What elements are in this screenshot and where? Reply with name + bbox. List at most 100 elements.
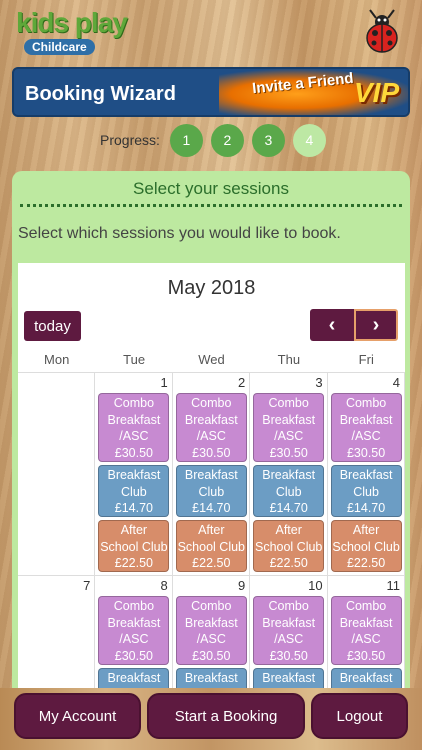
calendar-month-title: May 2018 xyxy=(167,277,256,299)
chevron-left-icon: ‹ xyxy=(328,313,336,336)
day-number: 9 xyxy=(237,578,246,593)
day-number: 11 xyxy=(386,578,400,593)
day-number: 3 xyxy=(315,375,323,390)
session-combo-breakfast-asc[interactable]: Combo Breakfast/ASC £30.50 xyxy=(98,596,170,665)
session-text: School Club xyxy=(332,539,400,554)
session-text: School Club xyxy=(254,539,323,554)
session-text: Breakfast xyxy=(262,412,316,427)
session-combo-breakfast-asc[interactable]: Combo Breakfast/ASC £30.50 xyxy=(253,596,325,665)
weekday-thu: Thu xyxy=(277,352,301,367)
weekday-wed: Wed xyxy=(198,352,225,367)
calendar-day xyxy=(18,373,96,575)
start-booking-button[interactable]: Start a Booking xyxy=(147,693,305,739)
session-text: After xyxy=(352,523,380,537)
session-text: School Club xyxy=(100,539,168,554)
session-text: /ASC xyxy=(196,632,226,646)
instructions-text: Select which sessions you would like to … xyxy=(18,225,341,242)
session-text: Breakfast xyxy=(339,412,393,427)
vip-badge[interactable]: VIP xyxy=(354,77,399,109)
weekday-tue: Tue xyxy=(123,352,146,367)
session-text: Combo xyxy=(345,396,387,410)
session-after-school-club[interactable]: After School Club £22.50 xyxy=(175,520,247,572)
session-combo-breakfast-asc[interactable]: Combo Breakfast/ASC £30.50 xyxy=(253,393,325,462)
session-text: School Club xyxy=(177,539,245,554)
logo-subtext: Childcare xyxy=(24,39,95,55)
next-month-button[interactable]: › xyxy=(354,309,398,341)
calendar-week-1: 1 Combo Breakfast/ASC £30.50 Breakfast Club £1… xyxy=(18,373,405,576)
session-combo-breakfast-asc[interactable]: Combo Breakfast/ASC £30.50 xyxy=(330,596,402,665)
session-text: After xyxy=(120,523,148,537)
logo-text: kids play xyxy=(16,7,128,38)
session-text: Breakfast xyxy=(262,615,316,630)
session-text: Combo xyxy=(191,599,232,613)
session-text: After xyxy=(198,523,225,537)
today-button[interactable]: today xyxy=(24,311,81,341)
session-text: Combo xyxy=(113,396,155,410)
booking-wizard-banner: Booking Wizard Invite a Friend VIP xyxy=(12,67,410,117)
session-text: /ASC xyxy=(119,429,149,443)
session-after-school-club[interactable]: After School Club £22.50 xyxy=(98,520,170,572)
session-text: £14.70 xyxy=(192,501,231,515)
session-text: /ASC xyxy=(274,632,304,646)
session-text: £30.50 xyxy=(192,445,231,460)
session-text: Combo xyxy=(268,396,309,410)
calendar-day: 1 Combo Breakfast/ASC £30.50 Breakfast Club £1… xyxy=(95,373,173,575)
progress-step-3[interactable]: 3 xyxy=(251,123,285,157)
calendar-day: 2 Combo Breakfast/ASC £30.50 Breakfast Club £1… xyxy=(173,373,251,575)
panel-title: Select your sessions xyxy=(133,179,289,198)
session-text: /ASC xyxy=(274,429,304,443)
session-text: £30.50 xyxy=(346,648,386,663)
kids-play-logo: kids play Childcare xyxy=(16,7,128,56)
session-text: £30.50 xyxy=(114,445,153,460)
day-number: 8 xyxy=(160,578,168,593)
session-after-school-club[interactable]: After School Club £22.50 xyxy=(253,520,325,572)
day-number: 1 xyxy=(160,375,168,390)
session-combo-breakfast-asc[interactable]: Combo Breakfast/ASC £30.50 xyxy=(175,596,247,665)
calendar-day: 4 Combo Breakfast/ASC £30.50 Breakfast Club £1… xyxy=(328,373,405,575)
weekday-fri: Fri xyxy=(358,352,374,367)
session-text: Breakfast xyxy=(262,468,316,482)
session-text: £30.50 xyxy=(114,648,153,663)
my-account-button[interactable]: My Account xyxy=(14,693,141,739)
session-combo-breakfast-asc[interactable]: Combo Breakfast/ASC £30.50 xyxy=(98,393,170,462)
session-breakfast-club[interactable]: Breakfast Club £14.70 xyxy=(175,465,247,517)
session-text: Club xyxy=(121,484,147,499)
session-text: Breakfast xyxy=(184,412,238,427)
session-breakfast-club[interactable]: Breakfast Club £14.70 xyxy=(98,465,170,517)
day-number: 4 xyxy=(392,375,400,390)
progress-indicator: Progress: 1 2 3 4 xyxy=(100,123,326,157)
progress-step-1[interactable]: 1 xyxy=(169,123,203,157)
session-text: Combo xyxy=(345,599,387,613)
session-text: £22.50 xyxy=(114,556,153,570)
session-text: /ASC xyxy=(351,632,381,646)
session-text: Combo xyxy=(191,396,232,410)
session-after-school-club[interactable]: After School Club £22.50 xyxy=(330,520,402,572)
weekday-mon: Mon xyxy=(44,352,70,367)
calendar-day: 3 Combo Breakfast/ASC £30.50 Breakfast Club £1… xyxy=(250,373,328,575)
sessions-panel: Select your sessions Select which sessio… xyxy=(12,171,410,750)
ladybird-icon xyxy=(366,9,398,53)
session-text: Breakfast xyxy=(107,468,161,482)
progress-step-2[interactable]: 2 xyxy=(210,123,244,157)
progress-label: Progress: xyxy=(100,132,160,148)
session-text: /ASC xyxy=(119,632,149,646)
session-text: /ASC xyxy=(196,429,226,443)
weekday-header: Mon Tue Wed Thu Fri xyxy=(18,347,405,373)
session-text: Breakfast xyxy=(339,468,393,482)
day-number: 10 xyxy=(308,578,323,593)
session-combo-breakfast-asc[interactable]: Combo Breakfast/ASC £30.50 xyxy=(175,393,247,462)
session-text: £14.70 xyxy=(114,501,153,515)
session-combo-breakfast-asc[interactable]: Combo Breakfast/ASC £30.50 xyxy=(330,393,402,462)
day-number: 7 xyxy=(83,578,91,593)
prev-month-button[interactable]: ‹ xyxy=(310,309,354,341)
session-breakfast-club[interactable]: Breakfast Club £14.70 xyxy=(253,465,325,517)
banner-title: Booking Wizard xyxy=(25,83,176,105)
progress-step-4: 4 xyxy=(292,123,326,157)
logout-button[interactable]: Logout xyxy=(311,693,408,739)
session-text: £22.50 xyxy=(346,556,386,570)
session-text: Breakfast xyxy=(262,671,316,685)
session-breakfast-club[interactable]: Breakfast Club £14.70 xyxy=(330,465,402,517)
session-text: Breakfast xyxy=(339,615,393,630)
session-text: £30.50 xyxy=(269,648,308,663)
session-text: Club xyxy=(353,484,379,499)
